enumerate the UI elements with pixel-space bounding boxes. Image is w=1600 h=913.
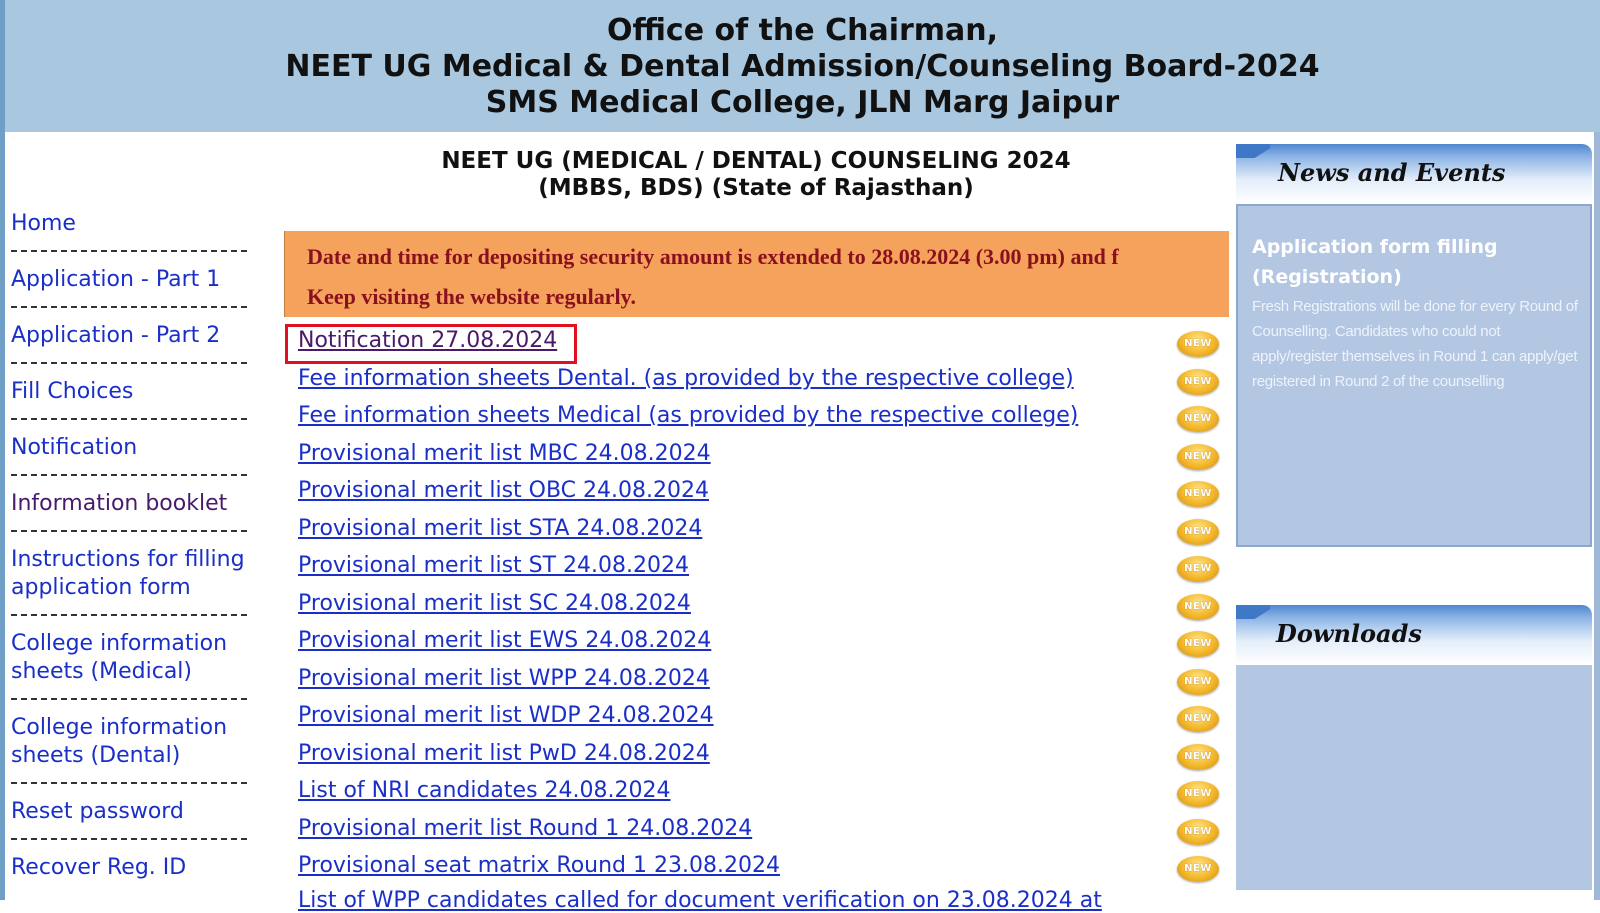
panel-tab-icon	[1236, 605, 1270, 619]
sidebar-item-reset-password[interactable]: Reset password	[11, 798, 273, 826]
news-item-text: Fresh Registrations will be done for eve…	[1252, 298, 1578, 390]
link-merit-list-mbc[interactable]: Provisional merit list MBC 24.08.2024	[298, 441, 711, 466]
link-merit-list-obc[interactable]: Provisional merit list OBC 24.08.2024	[298, 478, 709, 503]
link-merit-list-wpp[interactable]: Provisional merit list WPP 24.08.2024	[298, 666, 710, 691]
list-item: Notification 27.08.2024 NEW	[284, 324, 1229, 364]
sidebar-divider	[11, 474, 247, 476]
new-badge-icon: NEW	[1177, 743, 1219, 770]
header-line-board: NEET UG Medical & Dental Admission/Couns…	[285, 49, 1320, 84]
new-badge-icon: NEW	[1177, 481, 1219, 507]
new-badge-icon: NEW	[1177, 818, 1219, 845]
link-nri-candidates[interactable]: List of NRI candidates 24.08.2024	[298, 778, 671, 803]
new-badge-icon: NEW	[1177, 556, 1219, 582]
list-item: List of NRI candidates 24.08.2024 NEW	[284, 776, 1229, 814]
list-item: Provisional merit list SC 24.08.2024 NEW	[284, 589, 1229, 627]
list-item: Fee information sheets Dental. (as provi…	[284, 364, 1229, 402]
news-panel: Application form filling (Registration) …	[1236, 204, 1592, 547]
header-line-office: Office of the Chairman,	[606, 13, 999, 48]
downloads-panel-title: Downloads	[1276, 619, 1422, 648]
link-wpp-document-verification[interactable]: List of WPP candidates called for docume…	[298, 888, 1102, 913]
list-item: Provisional merit list Round 1 24.08.202…	[284, 814, 1229, 852]
sidebar-divider	[11, 782, 247, 784]
new-badge-icon: NEW	[1177, 631, 1219, 657]
downloads-panel-header: Downloads	[1236, 605, 1592, 665]
news-panel-title: News and Events	[1278, 158, 1506, 187]
link-merit-list-sc[interactable]: Provisional merit list SC 24.08.2024	[298, 591, 691, 616]
link-merit-list-pwd[interactable]: Provisional merit list PwD 24.08.2024	[298, 741, 710, 766]
link-merit-list-round-1[interactable]: Provisional merit list Round 1 24.08.202…	[298, 816, 752, 841]
page-title-line-1: NEET UG (MEDICAL / DENTAL) COUNSELING 20…	[441, 148, 1071, 174]
new-badge-icon: NEW	[1177, 593, 1219, 620]
sidebar-item-fill-choices[interactable]: Fill Choices	[11, 378, 273, 406]
sidebar-nav: Home Application - Part 1 Application - …	[11, 210, 273, 882]
downloads-panel	[1236, 665, 1592, 890]
sidebar-item-college-info-dental[interactable]: College information sheets (Dental)	[11, 714, 273, 770]
link-list: Notification 27.08.2024 NEW Fee informat…	[284, 324, 1229, 889]
list-item: Provisional merit list WPP 24.08.2024 NE…	[284, 664, 1229, 702]
page-header: Office of the Chairman, NEET UG Medical …	[0, 0, 1600, 132]
panel-tab-icon	[1236, 144, 1270, 158]
link-merit-list-st[interactable]: Provisional merit list ST 24.08.2024	[298, 553, 689, 578]
list-item: Fee information sheets Medical (as provi…	[284, 401, 1229, 439]
link-notification-27-08-2024[interactable]: Notification 27.08.2024	[298, 328, 557, 353]
new-badge-icon: NEW	[1177, 406, 1219, 432]
new-badge-icon: NEW	[1177, 443, 1219, 470]
link-fee-info-medical[interactable]: Fee information sheets Medical (as provi…	[298, 403, 1078, 428]
news-item-title[interactable]: Application form filling (Registration)	[1252, 232, 1582, 292]
list-item: Provisional merit list PwD 24.08.2024 NE…	[284, 739, 1229, 777]
sidebar-divider	[11, 418, 247, 420]
new-badge-icon: NEW	[1177, 781, 1219, 807]
sidebar-divider	[11, 614, 247, 616]
notice-line-1: Date and time for depositing security am…	[307, 244, 1119, 269]
header-line-college: SMS Medical College, JLN Marg Jaipur	[485, 85, 1120, 120]
link-seat-matrix-round-1[interactable]: Provisional seat matrix Round 1 23.08.20…	[298, 853, 780, 878]
sidebar-item-instructions[interactable]: Instructions for filling application for…	[11, 546, 273, 602]
sidebar-divider	[11, 306, 247, 308]
new-badge-icon: NEW	[1177, 331, 1219, 357]
link-merit-list-ews[interactable]: Provisional merit list EWS 24.08.2024	[298, 628, 711, 653]
sidebar-item-application-part-2[interactable]: Application - Part 2	[11, 322, 273, 350]
sidebar-item-college-info-medical[interactable]: College information sheets (Medical)	[11, 630, 273, 686]
list-item: Provisional merit list WDP 24.08.2024 NE…	[284, 701, 1229, 739]
link-merit-list-wdp[interactable]: Provisional merit list WDP 24.08.2024	[298, 703, 714, 728]
new-badge-icon: NEW	[1177, 706, 1219, 732]
news-panel-header: News and Events	[1236, 144, 1592, 204]
link-merit-list-sta[interactable]: Provisional merit list STA 24.08.2024	[298, 516, 702, 541]
notice-banner: Date and time for depositing security am…	[284, 231, 1229, 317]
list-item: Provisional merit list EWS 24.08.2024 NE…	[284, 626, 1229, 664]
sidebar-divider	[11, 250, 247, 252]
sidebar-item-home[interactable]: Home	[11, 210, 273, 238]
sidebar-divider	[11, 838, 247, 840]
list-item: Provisional merit list MBC 24.08.2024 NE…	[284, 439, 1229, 477]
sidebar-divider	[11, 362, 247, 364]
sidebar-item-notification[interactable]: Notification	[11, 434, 273, 462]
new-badge-icon: NEW	[1177, 368, 1219, 395]
link-fee-info-dental[interactable]: Fee information sheets Dental. (as provi…	[298, 366, 1074, 391]
sidebar-divider	[11, 530, 247, 532]
notice-line-2: Keep visiting the website regularly.	[307, 284, 636, 309]
new-badge-icon: NEW	[1177, 856, 1219, 882]
page-title: NEET UG (MEDICAL / DENTAL) COUNSELING 20…	[284, 148, 1228, 202]
new-badge-icon: NEW	[1177, 668, 1219, 695]
left-border	[0, 132, 5, 900]
right-border	[1594, 132, 1600, 900]
sidebar-divider	[11, 698, 247, 700]
sidebar-item-recover-reg-id[interactable]: Recover Reg. ID	[11, 854, 273, 882]
page-title-line-2: (MBBS, BDS) (State of Rajasthan)	[538, 175, 974, 201]
sidebar-item-application-part-1[interactable]: Application - Part 1	[11, 266, 273, 294]
new-badge-icon: NEW	[1177, 518, 1219, 545]
list-item: Provisional seat matrix Round 1 23.08.20…	[284, 851, 1229, 889]
list-item: Provisional merit list STA 24.08.2024 NE…	[284, 514, 1229, 552]
list-item: Provisional merit list ST 24.08.2024 NEW	[284, 551, 1229, 589]
sidebar-item-information-booklet[interactable]: Information booklet	[11, 490, 273, 518]
list-item: Provisional merit list OBC 24.08.2024 NE…	[284, 476, 1229, 514]
